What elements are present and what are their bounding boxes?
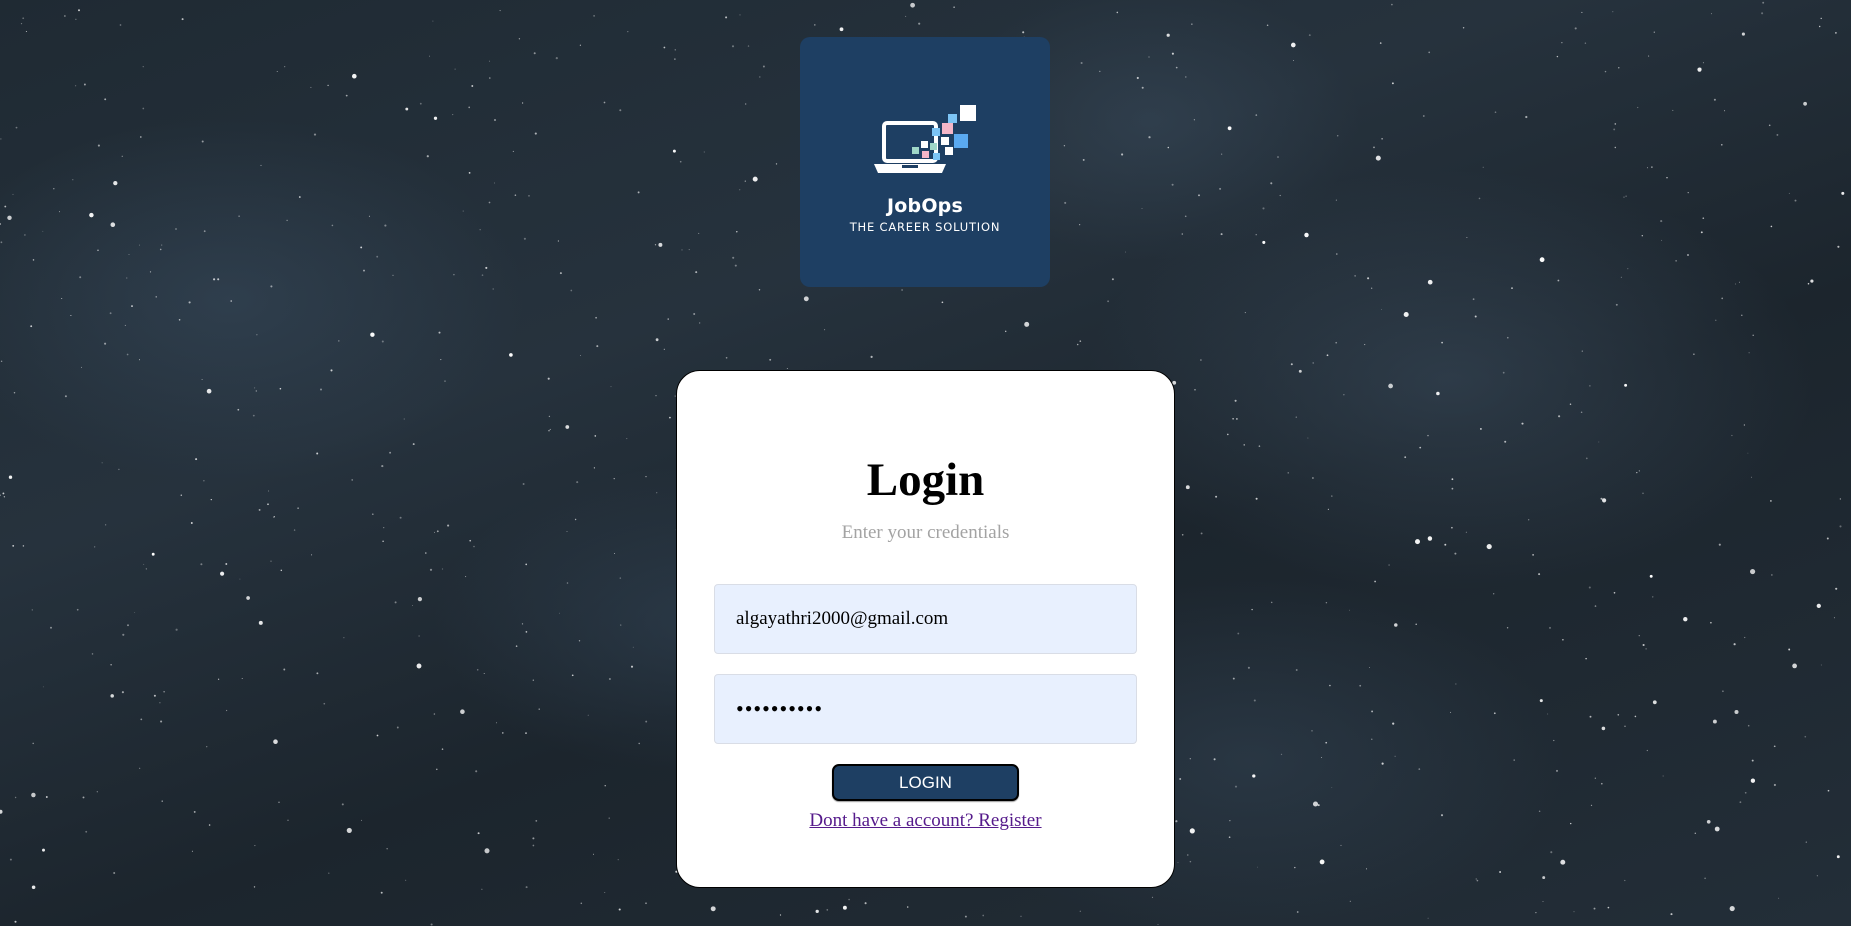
register-link[interactable]: Dont have a account? Register bbox=[809, 810, 1041, 832]
logo-tagline: THE CAREER SOLUTION bbox=[849, 219, 1001, 234]
logo-name: JobOps bbox=[887, 194, 963, 217]
login-card: Login Enter your credentials LOGIN Dont … bbox=[676, 370, 1175, 888]
login-subtitle: Enter your credentials bbox=[841, 522, 1010, 543]
jobops-logo: JobOps THE CAREER SOLUTION bbox=[800, 37, 1050, 287]
laptop-pixels-icon bbox=[874, 104, 976, 173]
login-button[interactable]: LOGIN bbox=[832, 764, 1019, 801]
password-field[interactable] bbox=[714, 674, 1137, 744]
email-field[interactable] bbox=[714, 584, 1137, 654]
login-title: Login bbox=[866, 454, 985, 506]
